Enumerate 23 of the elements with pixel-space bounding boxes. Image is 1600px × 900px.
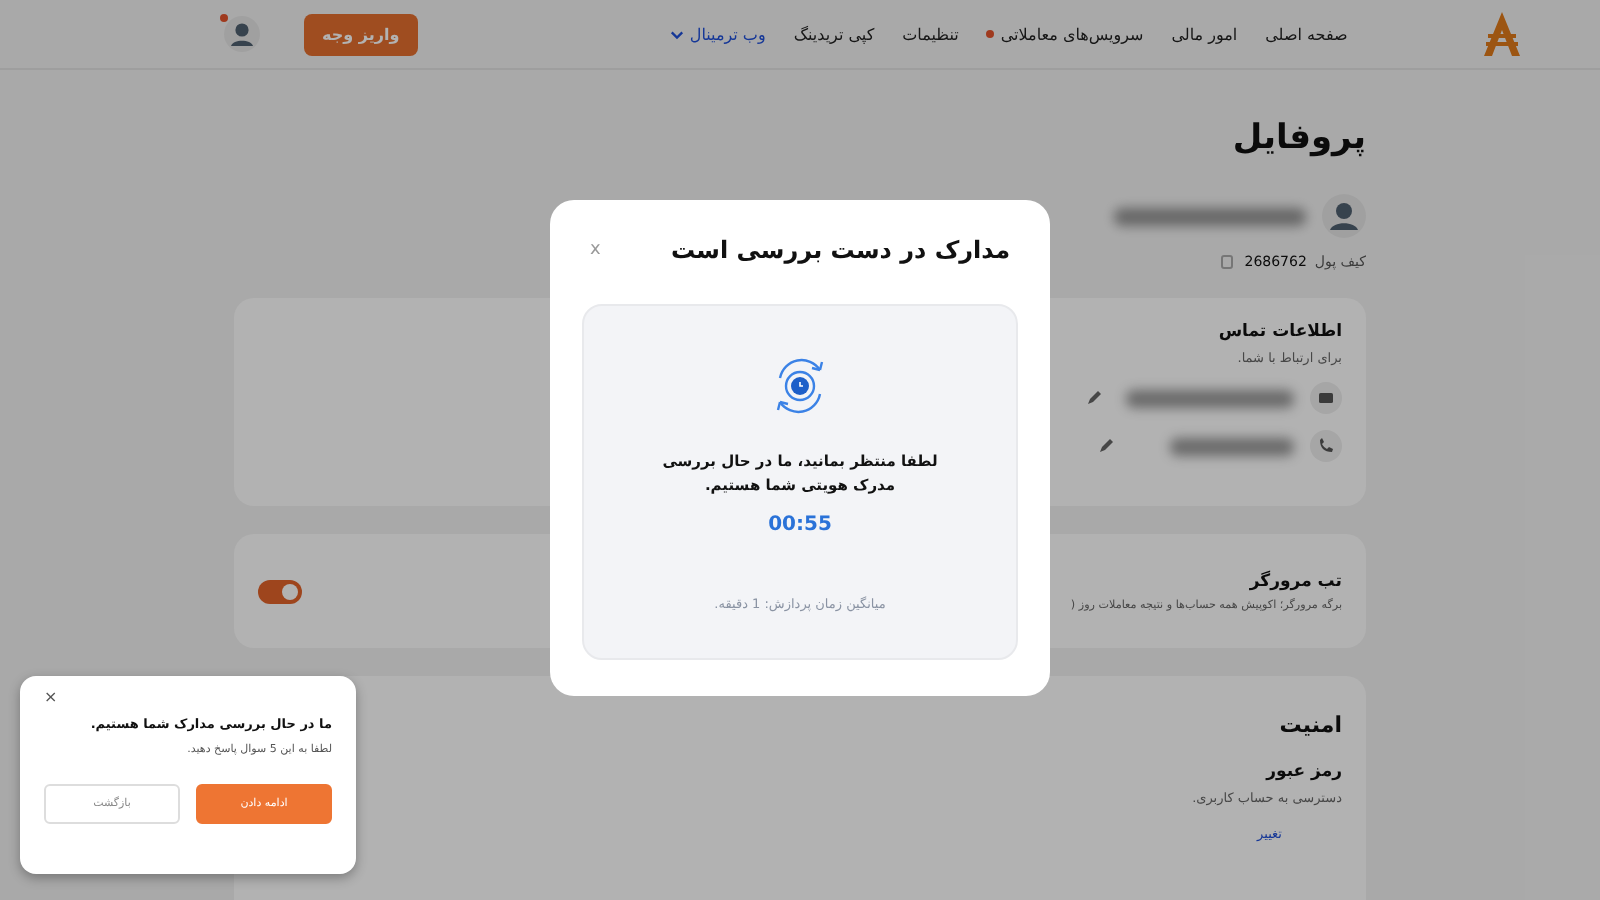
nav-link[interactable]: سرویس‌های معاملاتی — [986, 25, 1144, 43]
card-title: امنیت — [1279, 712, 1342, 738]
nav-link[interactable]: وب ترمینال — [669, 25, 766, 43]
logo-icon[interactable] — [1480, 10, 1524, 58]
avatar-icon — [1322, 194, 1366, 238]
avatar-icon[interactable] — [224, 16, 260, 52]
nav-link[interactable]: تنظیمات — [902, 25, 959, 43]
chevron-down-icon — [669, 27, 684, 41]
card-title: اطلاعات تماس — [1218, 322, 1342, 342]
item-title: رمز عبور — [1266, 762, 1342, 782]
mail-icon — [1310, 382, 1342, 414]
pencil-icon[interactable] — [1086, 390, 1102, 406]
toggle-switch[interactable] — [258, 579, 302, 603]
nav-link[interactable]: امور مالی — [1171, 25, 1238, 43]
phone-icon — [1310, 430, 1342, 462]
close-button[interactable]: × — [44, 688, 58, 706]
pencil-icon[interactable] — [1098, 438, 1114, 454]
countdown-timer: 00:55 — [768, 514, 832, 536]
page-title: پروفایل — [1230, 118, 1366, 158]
nav-link[interactable]: صفحه اصلی — [1265, 25, 1348, 43]
dialog-title: مدارک در دست بررسی است — [670, 236, 1010, 264]
nav-link[interactable]: کپی تریدینگ — [793, 25, 875, 43]
card-title: تب مرورگر — [1249, 571, 1342, 591]
